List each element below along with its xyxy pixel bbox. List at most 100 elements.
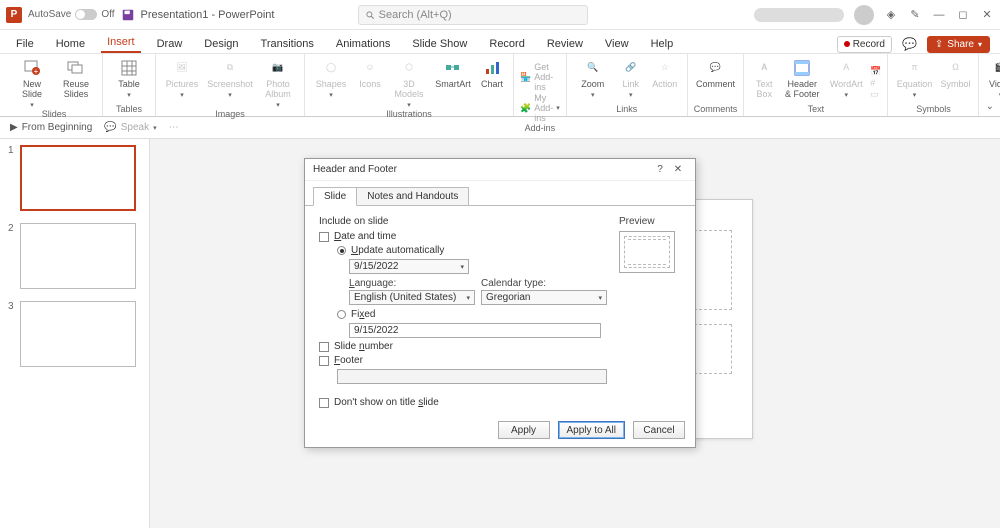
zoom-button[interactable]: 🔍Zoom▾ bbox=[573, 58, 613, 100]
symbol-button[interactable]: ΩSymbol bbox=[938, 58, 972, 90]
cube-icon: ⬡ bbox=[399, 58, 419, 78]
fixed-date-input[interactable]: 9/15/2022 bbox=[349, 323, 601, 338]
autosave-label: AutoSave bbox=[28, 9, 71, 20]
slide-number-checkbox[interactable] bbox=[319, 342, 329, 352]
record-label: Record bbox=[853, 39, 885, 50]
fixed-radio[interactable] bbox=[337, 310, 346, 319]
tab-insert[interactable]: Insert bbox=[101, 32, 141, 53]
user-name[interactable] bbox=[754, 8, 844, 22]
minimize-icon[interactable]: — bbox=[932, 8, 946, 22]
zoom-label: Zoom bbox=[581, 80, 604, 90]
dialog-tab-notes[interactable]: Notes and Handouts bbox=[356, 187, 469, 206]
link-label: Link bbox=[622, 80, 639, 90]
equation-icon: π bbox=[904, 58, 924, 78]
icons-button[interactable]: ☺Icons bbox=[355, 58, 385, 90]
icons-icon: ☺ bbox=[360, 58, 380, 78]
smartart-button[interactable]: SmartArt bbox=[433, 58, 473, 90]
group-slides-label: Slides bbox=[42, 109, 67, 121]
tab-view[interactable]: View bbox=[599, 34, 635, 53]
svg-text:+: + bbox=[34, 67, 39, 76]
preview-label: Preview bbox=[619, 216, 681, 227]
tab-design[interactable]: Design bbox=[198, 34, 244, 53]
slide-thumb-1[interactable] bbox=[20, 145, 136, 211]
record-button[interactable]: Record bbox=[837, 36, 892, 53]
header-footer-button[interactable]: Header & Footer bbox=[782, 58, 822, 100]
footer-checkbox[interactable] bbox=[319, 356, 329, 366]
shapes-label: Shapes bbox=[316, 80, 347, 90]
tab-file[interactable]: File bbox=[10, 34, 40, 53]
close-icon[interactable]: ✕ bbox=[980, 8, 994, 22]
comment-button[interactable]: 💬 Comment bbox=[695, 58, 735, 90]
include-label: Include on slide bbox=[319, 216, 607, 227]
speak-label: Speak bbox=[121, 122, 149, 133]
comments-toggle-icon[interactable]: 💬 bbox=[898, 35, 921, 53]
reuse-label: Reuse Slides bbox=[63, 80, 89, 100]
dont-show-title-checkbox[interactable] bbox=[319, 398, 329, 408]
calendar-dropdown[interactable]: Gregorian▾ bbox=[481, 290, 607, 305]
link-button[interactable]: 🔗Link▾ bbox=[617, 58, 645, 100]
date-time-checkbox[interactable] bbox=[319, 232, 329, 242]
wordart-button[interactable]: AWordArt▾ bbox=[826, 58, 866, 100]
object-icon: ▭ bbox=[870, 89, 881, 100]
maximize-icon[interactable]: ◻ bbox=[956, 8, 970, 22]
save-icon[interactable] bbox=[121, 8, 135, 22]
tab-review[interactable]: Review bbox=[541, 34, 589, 53]
comment-icon: 💬 bbox=[705, 58, 725, 78]
shapes-button[interactable]: ◯Shapes▾ bbox=[311, 58, 351, 100]
tab-animations[interactable]: Animations bbox=[330, 34, 396, 53]
tab-slideshow[interactable]: Slide Show bbox=[406, 34, 473, 53]
textbox-button[interactable]: 𝐀Text Box bbox=[750, 58, 778, 100]
video-button[interactable]: 🎬Video▾ bbox=[985, 58, 1000, 100]
date-value: 9/15/2022 bbox=[354, 261, 399, 272]
from-beginning-button[interactable]: ▶From Beginning bbox=[10, 122, 92, 133]
textbox-icon: 𝐀 bbox=[754, 58, 774, 78]
get-addins-button[interactable]: 🏪Get Add-ins bbox=[520, 62, 560, 92]
album-icon: 📷 bbox=[268, 58, 288, 78]
new-slide-button[interactable]: +New Slide▾ bbox=[12, 58, 52, 109]
photo-album-button[interactable]: 📷Photo Album▾ bbox=[258, 58, 298, 109]
update-auto-label: Update automatically bbox=[351, 245, 444, 256]
language-dropdown[interactable]: English (United States)▾ bbox=[349, 290, 475, 305]
tab-transitions[interactable]: Transitions bbox=[255, 34, 320, 53]
autosave-toggle[interactable]: AutoSave Off bbox=[28, 9, 115, 20]
footer-input[interactable] bbox=[337, 369, 607, 384]
reuse-slides-button[interactable]: Reuse Slides bbox=[56, 58, 96, 100]
apply-all-button[interactable]: Apply to All bbox=[558, 421, 625, 439]
tab-record[interactable]: Record bbox=[483, 34, 530, 53]
comment-label: Comment bbox=[696, 80, 735, 90]
autosave-state: Off bbox=[101, 9, 114, 20]
slide-thumb-3[interactable] bbox=[20, 301, 136, 367]
apply-button[interactable]: Apply bbox=[498, 421, 550, 439]
group-illustrations-label: Illustrations bbox=[386, 109, 432, 121]
share-button[interactable]: ⇪Share▾ bbox=[927, 36, 990, 53]
group-comments-label: Comments bbox=[694, 104, 738, 116]
user-avatar-icon[interactable] bbox=[854, 5, 874, 25]
dialog-close-icon[interactable]: ✕ bbox=[669, 164, 687, 175]
speak-button[interactable]: 💬Speak ▾ bbox=[104, 122, 156, 133]
pen-icon[interactable]: ✎ bbox=[908, 8, 922, 22]
screenshot-button[interactable]: ⧉Screenshot▾ bbox=[206, 58, 254, 100]
ribbon-collapse-icon[interactable]: ⌄ bbox=[986, 101, 994, 112]
slide-thumb-2[interactable] bbox=[20, 223, 136, 289]
tab-help[interactable]: Help bbox=[645, 34, 680, 53]
tab-draw[interactable]: Draw bbox=[151, 34, 189, 53]
action-button[interactable]: ☆Action bbox=[649, 58, 681, 90]
3d-models-button[interactable]: ⬡3D Models▾ bbox=[389, 58, 429, 109]
pictures-button[interactable]: 🖼Pictures▾ bbox=[162, 58, 202, 100]
cancel-button[interactable]: Cancel bbox=[633, 421, 685, 439]
group-images-label: Images bbox=[215, 109, 245, 121]
date-format-dropdown[interactable]: 9/15/2022▾ bbox=[349, 259, 469, 274]
my-addins-button[interactable]: 🧩My Add-ins ▾ bbox=[520, 93, 560, 123]
dialog-tab-slide[interactable]: Slide bbox=[313, 187, 357, 206]
table-button[interactable]: Table▾ bbox=[109, 58, 149, 100]
diamond-icon[interactable]: ◈ bbox=[884, 8, 898, 22]
pictures-icon: 🖼 bbox=[172, 58, 192, 78]
overflow-icon[interactable]: ⋯ bbox=[169, 122, 179, 133]
equation-button[interactable]: πEquation▾ bbox=[894, 58, 934, 100]
chart-button[interactable]: Chart bbox=[477, 58, 507, 90]
update-auto-radio[interactable] bbox=[337, 246, 346, 255]
toggle-switch-icon[interactable] bbox=[75, 9, 97, 20]
search-input[interactable]: Search (Alt+Q) bbox=[358, 5, 588, 25]
tab-home[interactable]: Home bbox=[50, 34, 91, 53]
dialog-help-icon[interactable]: ? bbox=[651, 164, 669, 175]
